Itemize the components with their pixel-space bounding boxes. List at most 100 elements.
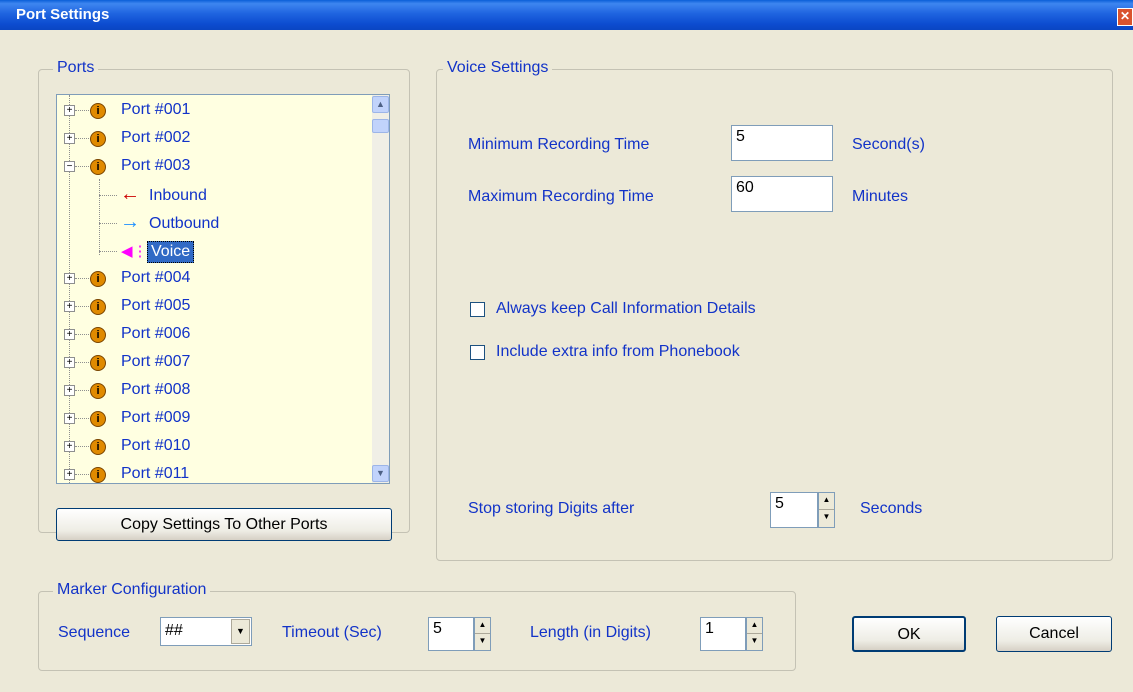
tree-item-port-011[interactable]: + i Port #011	[57, 463, 367, 483]
keep-details-label[interactable]: Always keep Call Information Details	[496, 300, 756, 318]
tree-item-port-003[interactable]: − i Port #003	[57, 155, 367, 179]
tree-line	[99, 251, 117, 252]
tree-item-port-008[interactable]: + i Port #008	[57, 379, 367, 403]
info-icon: i	[90, 131, 106, 147]
tree-item-label: Port #004	[121, 269, 191, 286]
tree-item-port-002[interactable]: + i Port #002	[57, 127, 367, 151]
tree-item-label: Port #001	[121, 101, 191, 118]
expand-icon[interactable]: +	[64, 301, 75, 312]
tree-line	[99, 223, 117, 224]
expand-icon[interactable]: +	[64, 357, 75, 368]
expand-icon[interactable]: +	[64, 385, 75, 396]
min-recording-input[interactable]: 5	[731, 125, 833, 161]
tree-item-label: Port #008	[121, 381, 191, 398]
tree-item-outbound[interactable]: → Outbound	[57, 211, 367, 235]
tree-line	[75, 474, 89, 475]
scroll-thumb[interactable]	[372, 119, 389, 133]
info-icon: i	[90, 271, 106, 287]
inbound-arrow-icon: ←	[120, 183, 140, 205]
tree-item-port-009[interactable]: + i Port #009	[57, 407, 367, 431]
sequence-select[interactable]: ## ▼	[160, 617, 252, 646]
close-icon[interactable]: ✕	[1117, 8, 1133, 26]
expand-icon[interactable]: +	[64, 105, 75, 116]
spin-down-icon[interactable]: ▼	[747, 634, 762, 650]
tree-line	[75, 418, 89, 419]
ports-group-title: Ports	[53, 59, 99, 77]
tree-item-label: Voice	[147, 241, 195, 263]
length-spinner[interactable]: ▲ ▼	[746, 617, 763, 651]
cancel-button[interactable]: Cancel	[996, 616, 1112, 652]
expand-icon[interactable]: +	[64, 133, 75, 144]
ports-tree[interactable]: + i Port #001 + i Port #002 − i Port #00…	[56, 94, 390, 484]
tree-item-label: Port #010	[121, 437, 191, 454]
length-input[interactable]: 1	[700, 617, 746, 651]
stop-digits-spinner[interactable]: ▲ ▼	[818, 492, 835, 528]
tree-line	[75, 110, 89, 111]
info-icon: i	[90, 103, 106, 119]
tree-item-port-001[interactable]: + i Port #001	[57, 99, 367, 123]
tree-line	[75, 306, 89, 307]
title-bar: Port Settings ✕	[0, 0, 1133, 30]
timeout-spinner[interactable]: ▲ ▼	[474, 617, 491, 651]
tree-item-label: Port #003	[121, 157, 191, 174]
tree-item-port-004[interactable]: + i Port #004	[57, 267, 367, 291]
tree-item-label: Port #009	[121, 409, 191, 426]
expand-icon[interactable]: +	[64, 273, 75, 284]
tree-item-port-007[interactable]: + i Port #007	[57, 351, 367, 375]
min-recording-label: Minimum Recording Time	[468, 136, 650, 153]
tree-item-port-006[interactable]: + i Port #006	[57, 323, 367, 347]
sequence-value: ##	[165, 622, 183, 639]
info-icon: i	[90, 411, 106, 427]
collapse-icon[interactable]: −	[64, 161, 75, 172]
spin-down-icon[interactable]: ▼	[475, 634, 490, 650]
phonebook-checkbox[interactable]	[470, 345, 485, 360]
tree-item-label: Outbound	[149, 215, 220, 232]
ok-button[interactable]: OK	[852, 616, 966, 652]
info-icon: i	[90, 439, 106, 455]
timeout-input[interactable]: 5	[428, 617, 474, 651]
tree-item-voice[interactable]: ◀⋮ Voice	[57, 239, 367, 263]
tree-item-label: Port #007	[121, 353, 191, 370]
tree-item-inbound[interactable]: ← Inbound	[57, 183, 367, 207]
max-recording-input[interactable]: 60	[731, 176, 833, 212]
phonebook-label[interactable]: Include extra info from Phonebook	[496, 343, 740, 361]
tree-item-label: Port #002	[121, 129, 191, 146]
tree-item-port-010[interactable]: + i Port #010	[57, 435, 367, 459]
keep-details-checkbox[interactable]	[470, 302, 485, 317]
tree-line	[75, 390, 89, 391]
scroll-up-icon[interactable]: ▲	[372, 96, 389, 113]
tree-line	[75, 166, 89, 167]
tree-scrollbar[interactable]: ▲ ▼	[372, 95, 389, 483]
expand-icon[interactable]: +	[64, 329, 75, 340]
marker-config-group: Marker Configuration	[38, 581, 796, 671]
tree-line	[75, 138, 89, 139]
tree-item-label: Port #011	[121, 465, 190, 482]
length-label: Length (in Digits)	[530, 624, 651, 641]
info-icon: i	[90, 355, 106, 371]
stop-digits-input[interactable]: 5	[770, 492, 818, 528]
copy-settings-button[interactable]: Copy Settings To Other Ports	[56, 508, 392, 541]
stop-digits-unit: Seconds	[860, 500, 923, 517]
info-icon: i	[90, 327, 106, 343]
sequence-label: Sequence	[58, 624, 131, 641]
tree-item-label: Port #006	[121, 325, 191, 342]
info-icon: i	[90, 467, 106, 483]
tree-item-port-005[interactable]: + i Port #005	[57, 295, 367, 319]
tree-line	[75, 278, 89, 279]
window-title: Port Settings	[16, 6, 110, 23]
tree-line	[75, 362, 89, 363]
max-recording-label: Maximum Recording Time	[468, 188, 654, 205]
voice-settings-title: Voice Settings	[443, 59, 553, 77]
expand-icon[interactable]: +	[64, 413, 75, 424]
scroll-down-icon[interactable]: ▼	[372, 465, 389, 482]
spin-up-icon[interactable]: ▲	[475, 618, 490, 634]
tree-line	[99, 195, 117, 196]
spin-up-icon[interactable]: ▲	[819, 493, 834, 510]
chevron-down-icon[interactable]: ▼	[231, 619, 250, 644]
spin-down-icon[interactable]: ▼	[819, 510, 834, 527]
expand-icon[interactable]: +	[64, 441, 75, 452]
expand-icon[interactable]: +	[64, 469, 75, 480]
tree-line	[75, 334, 89, 335]
info-icon: i	[90, 299, 106, 315]
spin-up-icon[interactable]: ▲	[747, 618, 762, 634]
